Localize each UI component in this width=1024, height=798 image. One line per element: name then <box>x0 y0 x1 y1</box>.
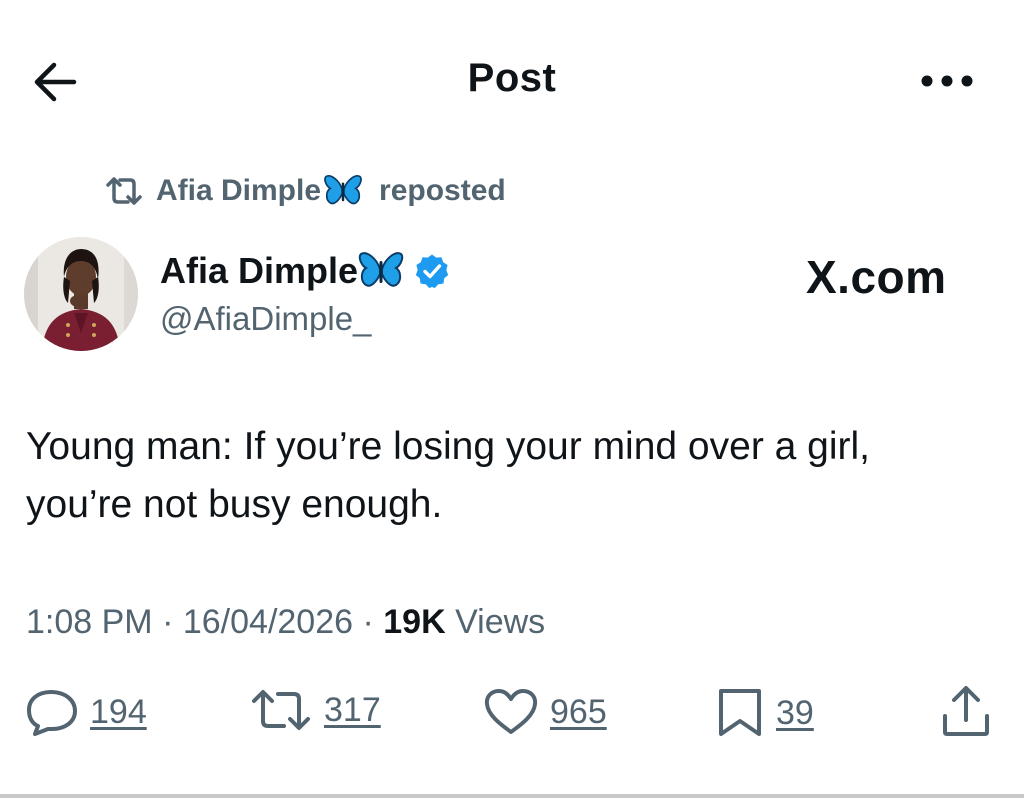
meta-separator: · <box>162 603 174 641</box>
profile-photo <box>24 237 138 351</box>
page-title: Post <box>467 56 557 100</box>
share-icon <box>943 686 989 736</box>
post-meta: 1:08 PM · 16/04/2026 · 19K Views <box>26 603 545 642</box>
repost-icon <box>106 177 142 205</box>
repost-button[interactable]: 317 <box>250 688 381 732</box>
post-date[interactable]: 16/04/2026 <box>183 603 353 641</box>
author-name: Afia Dimple <box>160 250 359 291</box>
x-com-watermark: X.com <box>806 251 947 303</box>
more-options-button[interactable] <box>918 66 978 96</box>
repost-icon <box>252 690 310 730</box>
repost-context[interactable]: Afia Dimple reposted <box>104 174 506 208</box>
meta-separator: · <box>362 603 374 641</box>
author-name-row[interactable]: Afia Dimple <box>160 250 450 292</box>
bookmark-button[interactable]: 39 <box>716 688 814 738</box>
like-count: 965 <box>550 692 607 731</box>
repost-label: reposted <box>379 174 506 207</box>
share-button[interactable] <box>940 684 992 738</box>
post-text-line: you’re not busy enough. <box>26 483 443 526</box>
reply-count: 194 <box>90 692 147 731</box>
more-dots-icon <box>921 75 973 87</box>
reply-icon <box>27 690 77 736</box>
post-text-line: Young man: If you’re losing your mind ov… <box>26 425 871 468</box>
views-label: Views <box>455 603 546 641</box>
reply-button[interactable]: 194 <box>26 688 147 736</box>
bookmark-count: 39 <box>776 693 814 732</box>
like-button[interactable]: 965 <box>484 688 607 736</box>
author-avatar[interactable] <box>24 237 138 351</box>
verified-badge-icon <box>415 254 449 288</box>
heart-icon <box>484 689 538 734</box>
butterfly-emoji-icon <box>324 175 362 205</box>
author-handle[interactable]: @AfiaDimple_ <box>160 300 371 338</box>
post-time[interactable]: 1:08 PM <box>26 603 153 641</box>
post-text: Young man: If you’re losing your mind ov… <box>26 418 1006 534</box>
views-count[interactable]: 19K <box>383 603 445 641</box>
repost-author-name: Afia Dimple <box>156 174 322 207</box>
butterfly-emoji-icon <box>358 252 404 287</box>
bookmark-icon <box>719 689 761 736</box>
repost-count: 317 <box>324 690 381 729</box>
divider <box>0 794 1024 798</box>
